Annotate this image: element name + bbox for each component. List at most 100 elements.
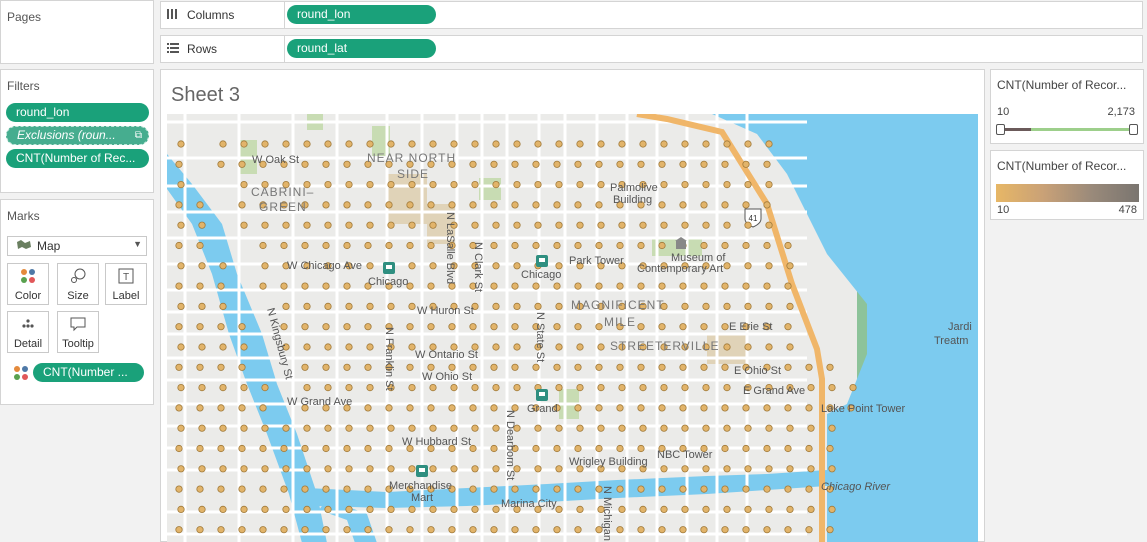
map-mark[interactable] bbox=[198, 302, 206, 310]
map-mark[interactable] bbox=[471, 424, 479, 432]
map-mark[interactable] bbox=[196, 363, 204, 371]
map-mark[interactable] bbox=[196, 404, 204, 412]
map-mark[interactable] bbox=[219, 343, 227, 351]
map-mark[interactable] bbox=[595, 160, 603, 168]
map-mark[interactable] bbox=[637, 282, 645, 290]
map-mark[interactable] bbox=[345, 140, 353, 148]
map-mark[interactable] bbox=[807, 465, 815, 473]
map-mark[interactable] bbox=[639, 383, 647, 392]
map-mark[interactable] bbox=[765, 343, 773, 351]
map-mark[interactable] bbox=[471, 465, 479, 473]
map-mark[interactable] bbox=[658, 526, 666, 534]
map-mark[interactable] bbox=[765, 140, 773, 148]
map-mark[interactable] bbox=[175, 201, 183, 209]
map-mark[interactable] bbox=[532, 363, 540, 371]
map-mark[interactable] bbox=[826, 444, 834, 453]
map-mark[interactable] bbox=[679, 323, 687, 331]
map-mark[interactable] bbox=[366, 505, 374, 513]
map-mark[interactable] bbox=[175, 241, 183, 250]
map-mark[interactable] bbox=[616, 485, 624, 493]
map-mark[interactable] bbox=[429, 262, 437, 270]
map-mark[interactable] bbox=[681, 424, 689, 432]
map-mark[interactable] bbox=[555, 424, 563, 432]
map-mark[interactable] bbox=[721, 160, 729, 168]
map-mark[interactable] bbox=[555, 181, 563, 189]
map-mark[interactable] bbox=[406, 526, 414, 534]
map-mark[interactable] bbox=[784, 485, 792, 493]
map-mark[interactable] bbox=[469, 323, 477, 331]
map-mark[interactable] bbox=[618, 505, 626, 513]
map-mark[interactable] bbox=[448, 363, 456, 371]
map-mark[interactable] bbox=[408, 505, 416, 513]
map-mark[interactable] bbox=[240, 424, 248, 432]
map-mark[interactable] bbox=[324, 181, 332, 189]
map-mark[interactable] bbox=[219, 424, 227, 432]
map-mark[interactable] bbox=[322, 323, 330, 331]
map-mark[interactable] bbox=[763, 201, 771, 209]
map-mark[interactable] bbox=[532, 485, 540, 493]
map-mark[interactable] bbox=[198, 505, 206, 513]
detail-button[interactable]: Detail bbox=[7, 311, 49, 353]
map-mark[interactable] bbox=[471, 181, 479, 189]
map-mark[interactable] bbox=[660, 181, 668, 189]
map-mark[interactable] bbox=[658, 201, 666, 209]
map-mark[interactable] bbox=[681, 383, 689, 392]
map-mark[interactable] bbox=[196, 201, 204, 209]
map-mark[interactable] bbox=[240, 465, 248, 473]
map-mark[interactable] bbox=[637, 526, 645, 534]
map-mark[interactable] bbox=[786, 302, 794, 310]
map-mark[interactable] bbox=[723, 383, 731, 392]
map-mark[interactable] bbox=[555, 343, 563, 351]
map-mark[interactable] bbox=[765, 465, 773, 473]
map-mark[interactable] bbox=[637, 404, 645, 412]
map-mark[interactable] bbox=[366, 465, 374, 473]
map-mark[interactable] bbox=[700, 485, 708, 493]
map-mark[interactable] bbox=[534, 181, 542, 189]
map-mark[interactable] bbox=[658, 363, 666, 371]
map-mark[interactable] bbox=[553, 526, 561, 534]
map-mark[interactable] bbox=[303, 505, 311, 513]
map-mark[interactable] bbox=[511, 201, 519, 209]
map-mark[interactable] bbox=[553, 323, 561, 331]
map-mark[interactable] bbox=[681, 221, 689, 229]
map-mark[interactable] bbox=[805, 363, 813, 371]
map-mark[interactable] bbox=[471, 140, 479, 148]
map-mark[interactable] bbox=[763, 282, 771, 290]
map-mark[interactable] bbox=[322, 282, 330, 290]
map-mark[interactable] bbox=[303, 221, 311, 229]
map-mark[interactable] bbox=[471, 383, 479, 392]
map-mark[interactable] bbox=[492, 262, 500, 270]
map-mark[interactable] bbox=[658, 160, 666, 168]
map-mark[interactable] bbox=[721, 526, 729, 534]
map-mark[interactable] bbox=[364, 363, 372, 371]
map-mark[interactable] bbox=[639, 424, 647, 432]
map-mark[interactable] bbox=[408, 221, 416, 229]
map-mark[interactable] bbox=[387, 302, 395, 310]
map-mark[interactable] bbox=[261, 140, 269, 148]
map-mark[interactable] bbox=[238, 404, 246, 412]
map-mark[interactable] bbox=[763, 404, 771, 412]
map-mark[interactable] bbox=[763, 485, 771, 493]
map-mark[interactable] bbox=[490, 160, 498, 168]
map-mark[interactable] bbox=[616, 282, 624, 290]
map-mark[interactable] bbox=[553, 363, 561, 371]
map-mark[interactable] bbox=[681, 181, 689, 189]
map-mark[interactable] bbox=[597, 343, 605, 351]
map-mark[interactable] bbox=[786, 262, 794, 270]
map-mark[interactable] bbox=[700, 201, 708, 209]
map-mark[interactable] bbox=[597, 181, 605, 189]
map-mark[interactable] bbox=[805, 404, 813, 412]
map-mark[interactable] bbox=[826, 363, 834, 371]
map-mark[interactable] bbox=[744, 140, 752, 148]
range-slider-max-handle[interactable] bbox=[1129, 124, 1138, 135]
map-mark[interactable] bbox=[175, 526, 183, 534]
map-mark[interactable] bbox=[490, 444, 498, 453]
map-mark[interactable] bbox=[324, 302, 332, 310]
map-mark[interactable] bbox=[534, 424, 542, 432]
map-mark[interactable] bbox=[406, 363, 414, 371]
columns-pill-round-lon[interactable]: round_lon bbox=[287, 5, 436, 24]
map-mark[interactable] bbox=[700, 282, 708, 290]
map-mark[interactable] bbox=[492, 505, 500, 513]
map-mark[interactable] bbox=[301, 526, 309, 534]
map-mark[interactable] bbox=[259, 444, 267, 453]
